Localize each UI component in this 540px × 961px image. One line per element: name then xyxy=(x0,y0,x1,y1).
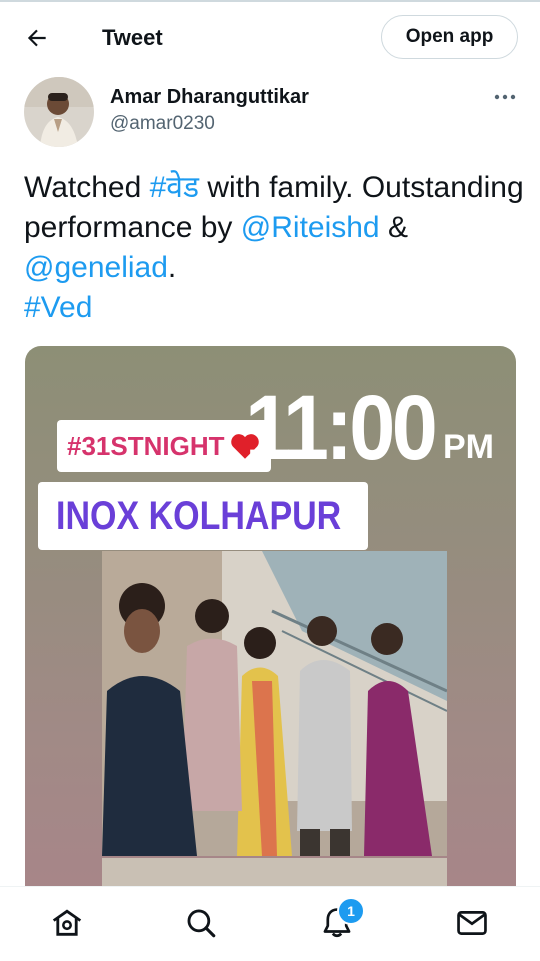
hashtag-link[interactable]: #Ved xyxy=(24,291,92,324)
top-bar: Tweet Open app xyxy=(0,2,540,68)
author-name[interactable]: Amar Dharanguttikar xyxy=(110,86,309,109)
author-handle[interactable]: @amar0230 xyxy=(110,113,215,135)
story-location: INOX KOLHAPUR xyxy=(56,493,342,538)
tweet-media[interactable]: #31STNIGHT 11:00 PM INOX KOLHAPUR xyxy=(25,346,516,906)
search-icon xyxy=(187,909,216,938)
group-photo-image xyxy=(102,551,447,856)
page-title: Tweet xyxy=(102,25,163,50)
back-arrow-icon xyxy=(27,29,46,47)
story-hashtag: #31STNIGHT xyxy=(67,430,225,461)
messages-icon xyxy=(457,911,487,935)
mention-link[interactable]: @geneliad xyxy=(24,251,168,284)
nav-home[interactable] xyxy=(45,901,89,945)
story-location-sticker: INOX KOLHAPUR xyxy=(38,482,368,550)
mention-link[interactable]: @Riteishd xyxy=(241,211,380,244)
tweet-text-part: & xyxy=(379,211,408,244)
nav-messages[interactable] xyxy=(450,901,494,945)
open-app-button[interactable]: Open app xyxy=(381,15,518,59)
notification-badge: 1 xyxy=(337,897,365,925)
hashtag-link[interactable]: #वेड xyxy=(150,171,199,204)
bottom-navigation xyxy=(0,886,540,961)
back-button[interactable] xyxy=(18,20,56,56)
story-meridiem: PM xyxy=(443,428,494,466)
tweet-text: Watched #वेड with family. Outstanding pe… xyxy=(24,168,524,328)
more-icon xyxy=(494,94,516,100)
tweet-text-part: . xyxy=(167,251,177,284)
tweet-text-part: Watched xyxy=(24,171,150,204)
avatar[interactable] xyxy=(24,77,94,147)
story-time: 11:00 xyxy=(245,377,438,479)
avatar-photo xyxy=(24,77,94,147)
nav-search[interactable] xyxy=(179,901,223,945)
home-icon xyxy=(52,909,82,936)
more-options-button[interactable] xyxy=(488,85,522,109)
group-photo xyxy=(102,551,447,856)
story-hashtag-sticker: #31STNIGHT xyxy=(57,420,271,472)
